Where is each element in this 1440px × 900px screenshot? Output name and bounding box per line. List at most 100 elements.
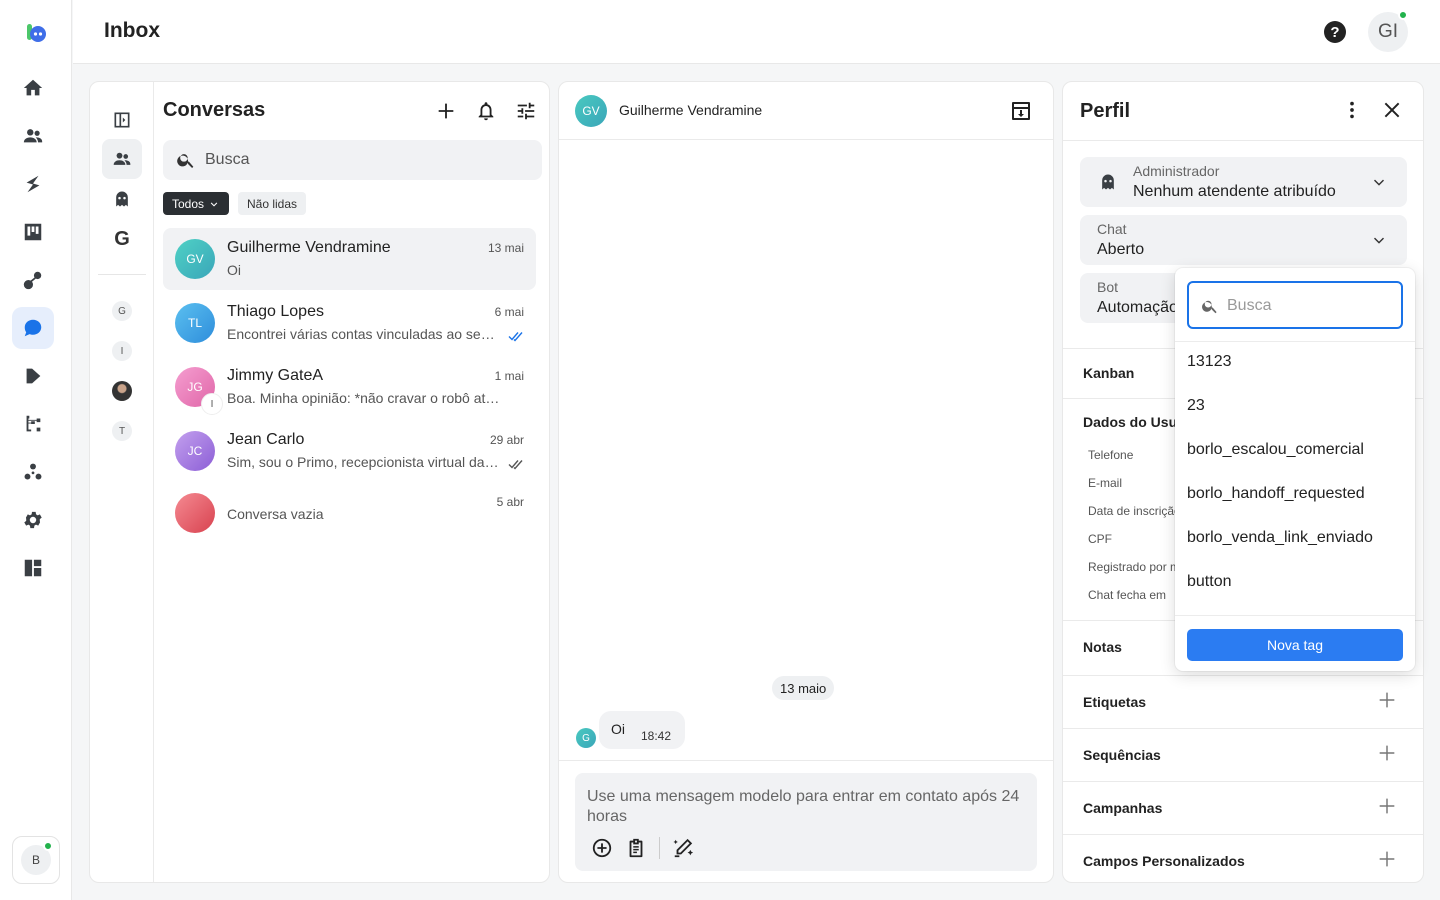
tag-option[interactable]: borlo_handoff_requested xyxy=(1187,485,1365,503)
chat-header: GV Guilherme Vendramine xyxy=(559,82,1053,140)
tag-search-input[interactable] xyxy=(1227,295,1387,317)
tag-option[interactable]: button xyxy=(1187,573,1231,591)
notifications-button[interactable] xyxy=(474,99,498,123)
assignee-select[interactable]: Administrador Nenhum atendente atribuído xyxy=(1080,157,1407,207)
tag-dropdown: 13123 23 borlo_escalou_comercial borlo_h… xyxy=(1175,268,1415,671)
tag-option[interactable]: borlo_venda_link_enviado xyxy=(1187,529,1373,547)
add-sequence-icon[interactable] xyxy=(1376,742,1398,764)
nav-kanban[interactable] xyxy=(12,211,54,253)
chat-contact-name[interactable]: Guilherme Vendramine xyxy=(619,102,762,118)
filter-agent-t[interactable]: T xyxy=(112,421,132,441)
conversation-item[interactable]: 5 abr Conversa vazia xyxy=(163,482,536,544)
assignee-label: Administrador xyxy=(1133,163,1220,179)
field-email: E-mail xyxy=(1088,476,1123,490)
filter-bot-button[interactable] xyxy=(102,179,142,219)
composer-tools-divider xyxy=(659,837,660,859)
profile-divider xyxy=(1063,728,1423,729)
user-data-section[interactable]: Dados do Usuário xyxy=(1083,414,1175,430)
add-campaign-icon[interactable] xyxy=(1376,795,1398,817)
tag-option[interactable]: 23 xyxy=(1187,397,1205,415)
nav-dashboard[interactable] xyxy=(12,547,54,589)
filter-channel-button[interactable]: G xyxy=(102,219,142,259)
conversation-preview: Sim, sou o Primo, recepcionista virtual … xyxy=(227,454,502,470)
automation-icon xyxy=(26,415,41,432)
conversation-avatar: JG I xyxy=(175,367,223,415)
filter-human-button[interactable] xyxy=(102,139,142,179)
conversation-avatar: GV xyxy=(175,239,215,279)
new-tag-button[interactable]: Nova tag xyxy=(1187,629,1403,661)
double-check-icon xyxy=(508,460,523,470)
tags-section[interactable]: Etiquetas xyxy=(1083,694,1146,710)
message-bubble[interactable]: Oi 18:42 xyxy=(599,711,685,749)
sliders-icon xyxy=(517,102,535,120)
conversation-item[interactable]: TL Thiago Lopes 6 mai Encontrei várias cont… xyxy=(163,292,536,354)
kanban-icon xyxy=(24,223,42,241)
filter-all-dropdown[interactable]: Todos xyxy=(163,192,230,215)
custom-fields-section[interactable]: Campos Personalizados xyxy=(1083,853,1245,869)
field-signup-date: Data de inscrição xyxy=(1088,504,1178,518)
bot-label: Bot xyxy=(1097,279,1119,295)
tag-option[interactable]: borlo_escalou_comercial xyxy=(1187,441,1364,459)
conversation-item[interactable]: JC Jean Carlo 29 abr Sim, sou o Primo, rece… xyxy=(163,420,536,482)
clipboard-icon[interactable] xyxy=(625,837,647,859)
search-icon xyxy=(177,154,194,168)
new-conversation-button[interactable] xyxy=(434,99,458,123)
kanban-section[interactable]: Kanban xyxy=(1083,365,1134,381)
filter-agent-photo[interactable] xyxy=(112,381,132,401)
field-phone: Telefone xyxy=(1088,448,1134,462)
conversation-preview: Oi xyxy=(227,262,241,278)
magic-pen-icon[interactable] xyxy=(672,837,694,859)
field-chat-closes-at: Chat fecha em xyxy=(1088,588,1167,602)
filter-agent-g[interactable]: G xyxy=(112,301,132,321)
tag-option[interactable]: 13123 xyxy=(1187,353,1232,371)
nav-broadcast[interactable] xyxy=(12,259,54,301)
ghost-icon xyxy=(1102,174,1114,190)
filter-settings-button[interactable] xyxy=(514,99,538,123)
conversation-search-input[interactable] xyxy=(205,148,525,172)
bot-account-chip[interactable]: B xyxy=(12,836,60,884)
filter-agent-i[interactable]: I xyxy=(112,341,132,361)
nav-automation[interactable] xyxy=(12,403,54,445)
nav-home[interactable] xyxy=(12,67,54,109)
help-icon[interactable]: ? xyxy=(1324,21,1346,43)
sequences-section[interactable]: Sequências xyxy=(1083,747,1161,763)
filter-unread-chip[interactable]: Não lidas xyxy=(238,192,307,215)
nav-integrations[interactable] xyxy=(12,451,54,493)
nav-inbox[interactable] xyxy=(12,307,54,349)
add-circle-icon[interactable] xyxy=(591,837,613,859)
campaigns-section[interactable]: Campanhas xyxy=(1083,800,1162,816)
bot-value: Automação xyxy=(1097,299,1178,316)
conversations-title: Conversas xyxy=(163,99,266,121)
chat-status-select[interactable]: Chat Aberto xyxy=(1080,215,1407,265)
bell-icon xyxy=(478,102,494,121)
filter-unread-label: Não lidas xyxy=(247,196,298,211)
conversation-item[interactable]: JG I Jimmy GateA 1 mai Boa. Minha opinião: *… xyxy=(163,356,536,418)
more-vertical-icon[interactable] xyxy=(1341,99,1363,121)
agent-badge: I xyxy=(201,393,223,415)
notes-section[interactable]: Notas xyxy=(1083,639,1122,655)
nav-contacts[interactable] xyxy=(12,115,54,157)
chevron-down-icon xyxy=(1374,237,1384,244)
conversation-date: 29 abr xyxy=(489,433,524,447)
archive-icon[interactable] xyxy=(1009,99,1033,123)
chat-contact-avatar[interactable]: GV xyxy=(575,95,607,127)
toggle-sidebar-button[interactable] xyxy=(102,100,142,140)
user-avatar[interactable]: GI xyxy=(1368,10,1408,52)
double-check-icon xyxy=(508,332,523,342)
app-logo-icon[interactable] xyxy=(24,20,48,44)
message-composer[interactable]: Use uma mensagem modelo para entrar em c… xyxy=(575,773,1037,871)
nav-settings[interactable] xyxy=(12,499,54,541)
ghost-icon xyxy=(116,191,128,207)
close-icon[interactable] xyxy=(1381,99,1403,121)
nav-play[interactable] xyxy=(12,355,54,397)
add-custom-field-icon[interactable] xyxy=(1376,848,1398,870)
add-tag-icon[interactable] xyxy=(1376,689,1398,711)
plus-icon xyxy=(438,103,454,119)
conversation-item[interactable]: GV Guilherme Vendramine 13 mai Oi xyxy=(163,228,536,290)
settings-icon xyxy=(24,511,42,529)
sidebar-toggle-icon xyxy=(114,112,130,128)
day-separator: 13 maio xyxy=(772,676,835,700)
nav-flows[interactable] xyxy=(12,163,54,205)
contacts-icon xyxy=(113,152,131,165)
app-rail: B xyxy=(0,0,72,900)
